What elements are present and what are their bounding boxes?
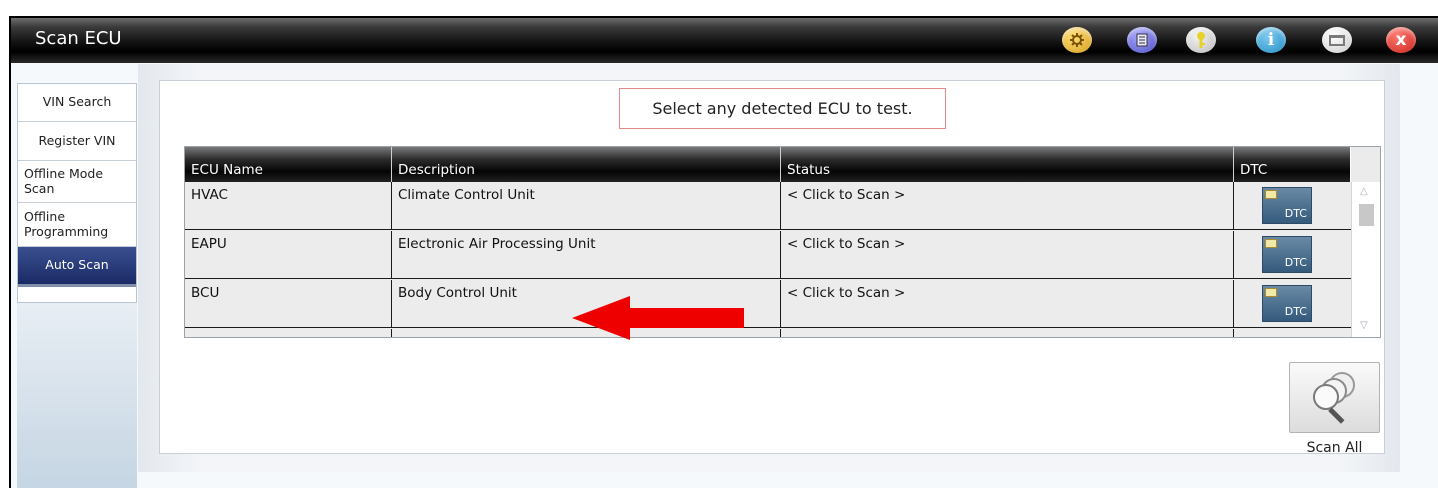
column-header-status[interactable]: Status <box>780 147 1233 182</box>
info-glyph: i <box>1267 30 1275 50</box>
scroll-down-icon[interactable]: ▽ <box>1360 320 1368 331</box>
scan-all-label: Scan All <box>1306 440 1363 456</box>
sidebar-item-label: Auto Scan <box>45 257 109 273</box>
book-icon <box>1265 288 1277 297</box>
table-scrollbar[interactable]: △ ▽ <box>1351 182 1380 337</box>
column-header-label: ECU Name <box>191 162 263 178</box>
document-icon[interactable] <box>1127 27 1157 53</box>
status-cell[interactable]: < Click to Scan > <box>780 280 1233 328</box>
sidebar-item-offline-programming[interactable]: Offline Programming <box>18 203 136 247</box>
dtc-cell <box>1233 329 1351 337</box>
title-bar: Scan ECU i x <box>11 18 1438 63</box>
table-row-partial <box>185 329 1351 337</box>
sidebar-item-auto-scan[interactable]: Auto Scan <box>18 247 136 287</box>
status-cell <box>780 329 1233 337</box>
window-glyph <box>1329 34 1345 46</box>
instruction-text: Select any detected ECU to test. <box>652 99 913 118</box>
column-header-description[interactable]: Description <box>391 147 780 182</box>
close-icon[interactable]: x <box>1386 27 1416 53</box>
window-icon[interactable] <box>1322 27 1352 53</box>
magnifier-icon <box>1313 372 1355 424</box>
red-arrow-annotation <box>572 296 744 340</box>
book-icon <box>1265 239 1277 248</box>
status-cell[interactable]: < Click to Scan > <box>780 182 1233 230</box>
column-header-ecu-name[interactable]: ECU Name <box>185 147 391 182</box>
dtc-button-label: DTC <box>1284 305 1307 318</box>
table-row[interactable]: EAPU Electronic Air Processing Unit < Cl… <box>185 231 1351 279</box>
scan-all-button[interactable] <box>1289 362 1380 433</box>
column-header-label: Description <box>398 162 475 178</box>
window-title: Scan ECU <box>35 28 122 49</box>
sidebar-item-vin-search[interactable]: VIN Search <box>18 84 136 122</box>
description-cell: Electronic Air Processing Unit <box>391 231 780 279</box>
ecu-name-cell: EAPU <box>191 236 227 252</box>
scroll-up-icon[interactable]: △ <box>1360 186 1368 197</box>
column-header-label: Status <box>787 162 831 178</box>
close-glyph: x <box>1395 30 1407 50</box>
dtc-button-label: DTC <box>1284 256 1307 269</box>
sidebar-item-label: VIN Search <box>42 94 112 110</box>
ecu-table: ECU Name Description Status DTC HVAC Cli… <box>184 146 1381 338</box>
ecu-name-cell: BCU <box>191 285 220 301</box>
status-cell[interactable]: < Click to Scan > <box>780 231 1233 279</box>
settings-icon[interactable] <box>1062 27 1092 53</box>
info-icon[interactable]: i <box>1256 27 1286 53</box>
sidebar-item-label: Offline Programming <box>24 209 109 239</box>
dtc-button[interactable]: DTC <box>1262 285 1312 322</box>
table-row[interactable]: HVAC Climate Control Unit < Click to Sca… <box>185 182 1351 230</box>
dtc-button[interactable]: DTC <box>1262 187 1312 224</box>
column-header-dtc[interactable]: DTC <box>1233 147 1351 182</box>
sidebar: VIN Search Register VIN Offline Mode Sca… <box>17 83 137 303</box>
ecu-name-cell <box>185 329 391 337</box>
sidebar-background <box>17 303 137 488</box>
sidebar-item-offline-mode-scan[interactable]: Offline Mode Scan <box>18 161 136 203</box>
dtc-button[interactable]: DTC <box>1262 236 1312 273</box>
table-header: ECU Name Description Status DTC <box>185 147 1351 182</box>
book-icon <box>1265 190 1277 199</box>
sidebar-item-register-vin[interactable]: Register VIN <box>18 122 136 161</box>
key-icon[interactable] <box>1186 27 1216 53</box>
dtc-cell: DTC <box>1233 182 1351 230</box>
description-cell: Climate Control Unit <box>391 182 780 230</box>
ecu-name-cell: HVAC <box>191 187 228 203</box>
dtc-button-label: DTC <box>1284 207 1307 220</box>
sidebar-item-label: Offline Mode Scan <box>24 166 104 196</box>
dtc-cell: DTC <box>1233 280 1351 328</box>
column-header-label: DTC <box>1240 162 1268 178</box>
scroll-thumb[interactable] <box>1359 204 1374 226</box>
sidebar-item-label: Register VIN <box>38 132 116 148</box>
instruction-box: Select any detected ECU to test. <box>619 88 946 129</box>
table-row[interactable]: BCU Body Control Unit < Click to Scan > … <box>185 280 1351 328</box>
dtc-cell: DTC <box>1233 231 1351 279</box>
